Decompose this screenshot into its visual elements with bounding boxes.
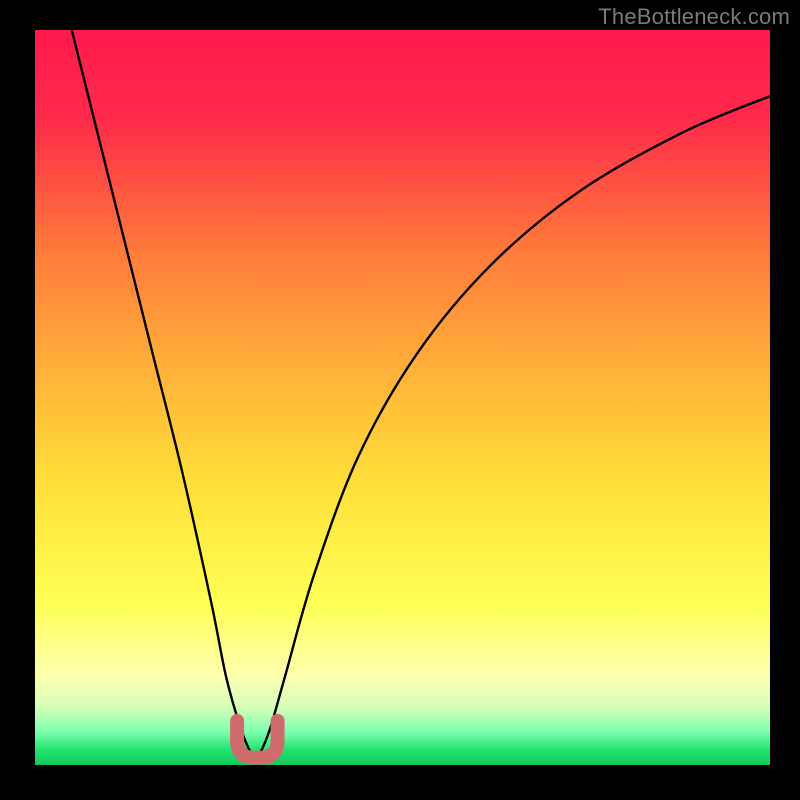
watermark-text: TheBottleneck.com — [598, 4, 790, 30]
chart-frame: TheBottleneck.com — [0, 0, 800, 800]
chart-svg — [0, 0, 800, 800]
plot-background — [35, 30, 770, 765]
